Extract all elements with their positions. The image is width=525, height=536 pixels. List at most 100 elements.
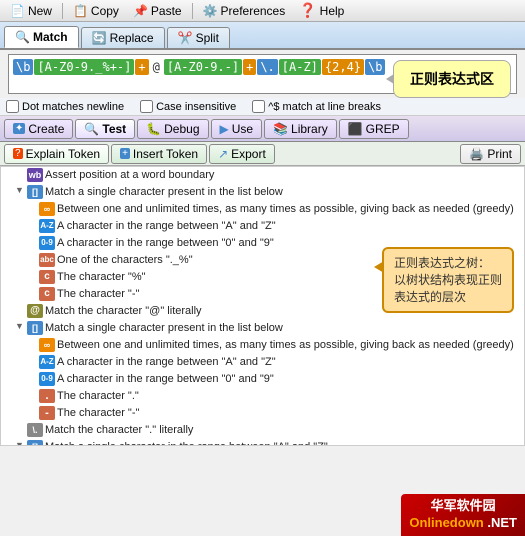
tree-row-2[interactable]: ∞ Between one and unlimited times, as ma…	[1, 201, 524, 218]
az-icon-3: A-Z	[39, 355, 55, 369]
tree-row-16[interactable]: ▼ [] Match a single character in the ran…	[1, 439, 524, 446]
tab-replace[interactable]: 🔄 Replace	[81, 27, 165, 48]
tabs3-bar: ? Explain Token + Insert Token ↗ Export …	[0, 142, 525, 166]
arrow: ▼	[15, 185, 27, 195]
insert-label: Insert Token	[133, 147, 198, 161]
tree-area: 正则表达式之树：以树状结构表现正则表达式的层次 wb Assert positi…	[0, 166, 525, 446]
separator2	[192, 3, 193, 19]
charclass-icon-1: []	[27, 185, 43, 199]
tree-row-3[interactable]: A-Z A character in the range between "A"…	[1, 218, 524, 235]
tree-row-12[interactable]: 0-9 A character in the range between "0"…	[1, 371, 524, 388]
abc-icon-5: -	[39, 406, 55, 420]
tabs2-bar: ✦ Create 🔍 Test 🐛 Debug ▶ Use 📚 Library …	[0, 116, 525, 142]
main-tab-bar: 🔍 Match 🔄 Replace ✂️ Split	[0, 22, 525, 50]
debug-label: Debug	[164, 122, 199, 136]
abc-icon-3: c	[39, 287, 55, 301]
case-insensitive-label[interactable]: Case insensitive	[140, 100, 236, 113]
new-icon: 📄	[10, 4, 25, 18]
caret-match-label[interactable]: ^$ match at line breaks	[252, 100, 381, 113]
tree-text-8: Match the character "@" literally	[45, 304, 202, 319]
at-icon: @	[27, 304, 43, 318]
tree-row-13[interactable]: . The character "."	[1, 388, 524, 405]
tab-split[interactable]: ✂️ Split	[167, 27, 230, 48]
abc-icon-4: .	[39, 389, 55, 403]
tab3-print[interactable]: 🖨️ Print	[460, 144, 521, 164]
tab2-debug[interactable]: 🐛 Debug	[137, 119, 208, 139]
split-icon: ✂️	[178, 31, 193, 45]
bubble2-text: 正则表达式之树：以树状结构表现正则表达式的层次	[394, 256, 502, 304]
watermark: 华军软件园 Onlinedown .NET	[401, 494, 525, 536]
debug-icon: 🐛	[146, 122, 161, 136]
tree-text-2: Between one and unlimited times, as many…	[57, 202, 514, 217]
case-insensitive-checkbox[interactable]	[140, 100, 153, 113]
tree-row-11[interactable]: A-Z A character in the range between "A"…	[1, 354, 524, 371]
tree-text-12: A character in the range between "0" and…	[57, 372, 274, 387]
tree-text-7: The character "-"	[57, 287, 139, 302]
export-label: Export	[231, 147, 266, 161]
options-row: Dot matches newline Case insensitive ^$ …	[0, 98, 525, 116]
tree-row-10[interactable]: ∞ Between one and unlimited times, as ma…	[1, 337, 524, 354]
tree-row-9[interactable]: ▼ [] Match a single character present in…	[1, 320, 524, 337]
tab3-explain-token[interactable]: ? Explain Token	[4, 144, 109, 164]
tab2-create[interactable]: ✦ Create	[4, 119, 73, 139]
tab3-export[interactable]: ↗ Export	[209, 144, 275, 164]
charclass-icon-3: []	[27, 440, 43, 446]
az-icon-2: 0-9	[39, 236, 55, 250]
tree-text-3: A character in the range between "A" and…	[57, 219, 276, 234]
print-icon: 🖨️	[469, 147, 484, 161]
token-charclass1: [A-Z0-9._%+-]	[34, 59, 134, 75]
paste-label: Paste	[151, 4, 182, 18]
replace-icon: 🔄	[92, 31, 107, 45]
help-label: Help	[320, 4, 345, 18]
print-label: Print	[487, 147, 512, 161]
token-wb2: \b	[365, 59, 385, 75]
token-wb1: \b	[13, 59, 33, 75]
paste-button[interactable]: 📌 Paste	[127, 3, 188, 19]
preferences-label: Preferences	[221, 4, 286, 18]
arrow: ▼	[15, 440, 27, 446]
help-button[interactable]: ❓ Help	[293, 1, 350, 20]
tree-text-9: Match a single character present in the …	[45, 321, 283, 336]
caret-match-checkbox[interactable]	[252, 100, 265, 113]
charclass-icon-2: []	[27, 321, 43, 335]
tree-text-5: One of the characters "._%"	[57, 253, 193, 268]
tab2-test[interactable]: 🔍 Test	[75, 119, 135, 139]
greedy-icon-2: ∞	[39, 338, 55, 352]
dot-matches-label[interactable]: Dot matches newline	[6, 100, 124, 113]
library-label: Library	[291, 122, 328, 136]
tab-match[interactable]: 🔍 Match	[4, 26, 79, 48]
preferences-button[interactable]: ⚙️ Preferences	[197, 3, 292, 19]
copy-button[interactable]: 📋 Copy	[67, 3, 125, 19]
tree-row-14[interactable]: - The character "-"	[1, 405, 524, 422]
tree-row-0[interactable]: wb Assert position at a word boundary	[1, 167, 524, 184]
tree-text-6: The character "%"	[57, 270, 146, 285]
token-dot: \.	[257, 59, 277, 75]
word-boundary-icon: wb	[27, 168, 43, 182]
tab2-grep[interactable]: ⬛ GREP	[339, 119, 409, 139]
tree-row-15[interactable]: \. Match the character "." literally	[1, 422, 524, 439]
token-charclass2: [A-Z0-9.-]	[164, 59, 242, 75]
dot-icon: \.	[27, 423, 43, 437]
paste-icon: 📌	[133, 4, 148, 18]
watermark-line3: .NET	[487, 515, 517, 530]
tree-text-15: Match the character "." literally	[45, 423, 193, 438]
abc-icon-2: c	[39, 270, 55, 284]
tree-row-1[interactable]: ▼ [] Match a single character present in…	[1, 184, 524, 201]
tab3-insert-token[interactable]: + Insert Token	[111, 144, 207, 164]
dot-matches-text: Dot matches newline	[22, 101, 124, 113]
match-label: Match	[33, 30, 68, 44]
dot-matches-checkbox[interactable]	[6, 100, 19, 113]
bubble1-text: 正则表达式区	[410, 71, 494, 87]
tree-text-0: Assert position at a word boundary	[45, 168, 214, 183]
tab2-library[interactable]: 📚 Library	[264, 119, 337, 139]
test-label: Test	[102, 122, 126, 136]
tab2-use[interactable]: ▶ Use	[211, 119, 263, 139]
caret-match-text: ^$ match at line breaks	[268, 101, 381, 113]
token-plus1: +	[135, 59, 148, 75]
tree-text-14: The character "-"	[57, 406, 139, 421]
az-icon-1: A-Z	[39, 219, 55, 233]
new-button[interactable]: 📄 New	[4, 3, 58, 19]
token-charclass3: [A-Z]	[279, 59, 321, 75]
grep-icon: ⬛	[348, 122, 363, 136]
watermark-line1: 华军软件园	[431, 498, 496, 513]
